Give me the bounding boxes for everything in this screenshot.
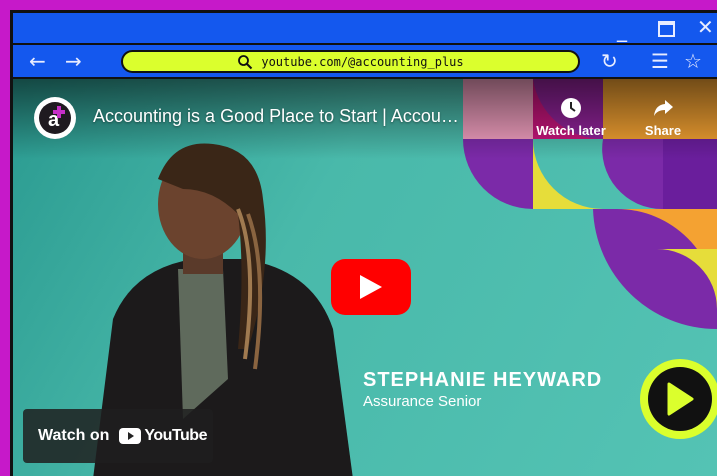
bookmark-star-icon[interactable]: ☆: [684, 50, 702, 72]
channel-logo-icon: a: [39, 102, 71, 134]
watch-later-button[interactable]: Watch later: [528, 97, 614, 138]
navigation-bar: ← → youtube.com/@accounting_plus ↻ ☰ ☆: [13, 43, 717, 77]
play-icon: [360, 275, 382, 299]
url-text: youtube.com/@accounting_plus: [261, 54, 464, 69]
share-arrow-icon: [654, 100, 673, 116]
address-bar[interactable]: youtube.com/@accounting_plus: [121, 50, 580, 73]
youtube-label: YouTube: [144, 427, 207, 444]
large-play-icon: [667, 382, 694, 416]
close-icon[interactable]: ✕: [697, 16, 714, 38]
maximize-icon[interactable]: [658, 21, 675, 37]
lower-third: STEPHANIE HEYWARD Assurance Senior: [363, 369, 602, 410]
large-play-inner: [648, 367, 712, 431]
back-arrow-icon[interactable]: ←: [29, 50, 46, 72]
reload-icon[interactable]: ↻: [601, 50, 618, 72]
youtube-play-button[interactable]: [331, 259, 411, 315]
search-icon: [238, 54, 253, 69]
watch-on-youtube-button[interactable]: Watch on YouTube: [23, 409, 213, 463]
browser-window: _ ✕ ← → youtube.com/@accounting_plus ↻ ☰…: [10, 10, 717, 476]
minimize-icon[interactable]: _: [617, 19, 627, 41]
watch-on-label: Watch on: [38, 427, 110, 444]
large-play-button[interactable]: [640, 359, 717, 439]
video-player[interactable]: a Accounting is a Good Place to Start | …: [13, 77, 717, 476]
watch-later-label: Watch later: [536, 123, 606, 138]
forward-arrow-icon[interactable]: →: [65, 50, 82, 72]
menu-icon[interactable]: ☰: [651, 50, 669, 72]
share-label: Share: [644, 123, 682, 138]
share-button[interactable]: Share: [633, 97, 693, 138]
speaker-name: STEPHANIE HEYWARD: [363, 369, 603, 391]
title-bar: _ ✕: [13, 13, 717, 43]
speaker-role: Assurance Senior: [363, 393, 482, 410]
youtube-logo: YouTube: [119, 427, 207, 445]
channel-avatar[interactable]: a: [34, 97, 76, 139]
video-title[interactable]: Accounting is a Good Place to Start | Ac…: [93, 106, 459, 127]
clock-icon: [561, 98, 581, 118]
youtube-logo-icon: [119, 428, 142, 444]
